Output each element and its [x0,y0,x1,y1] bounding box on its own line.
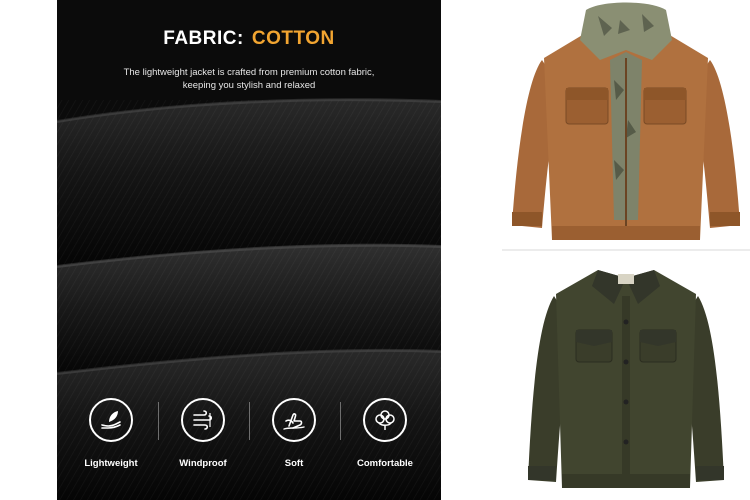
feature-comfortable: Comfortable [340,398,430,469]
fabric-title: FABRIC: COTTON [57,28,441,50]
fabric-description-line1: The lightweight jacket is crafted from p… [123,67,375,78]
product-image-tan-jacket [502,0,750,248]
feature-label: Soft [284,458,304,469]
feature-list: Lightweight Windproof Soft Comfortable [57,398,441,478]
fabric-value: COTTON [251,28,335,49]
fabric-separator: : [237,28,244,49]
product-image-olive-jacket [502,252,750,500]
fabric-panel: FABRIC: COTTON The lightweight jacket is … [57,0,441,500]
olive-jacket-illustration [528,270,724,488]
feature-label: Lightweight [84,458,138,469]
tan-jacket-illustration [512,2,740,240]
fabric-description: The lightweight jacket is crafted from p… [77,66,421,92]
fabric-label: FABRIC [163,28,238,49]
feature-windproof: Windproof [158,398,248,469]
feather-hand-icon [89,398,133,442]
cotton-flower-icon [363,398,407,442]
hand-touch-icon [272,398,316,442]
feature-soft: Soft [249,398,339,469]
fabric-description-line2: keeping you stylish and relaxed [182,80,316,91]
product-separator [502,249,750,251]
feature-lightweight: Lightweight [66,398,156,469]
feature-label: Windproof [179,458,227,469]
wind-icon [181,398,225,442]
feature-label: Comfortable [357,458,413,469]
